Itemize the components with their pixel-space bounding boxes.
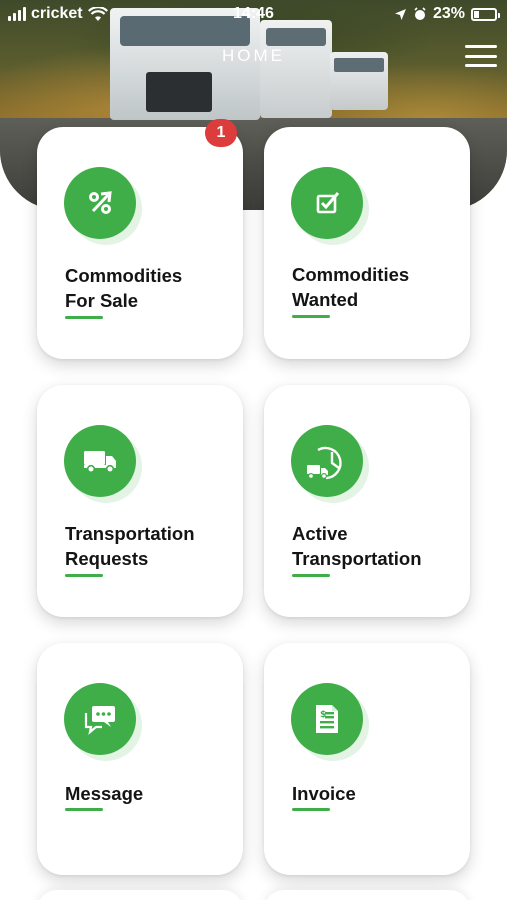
- transportation-requests-card[interactable]: Transportation Requests: [37, 385, 243, 617]
- percent-arrow-icon: [64, 167, 136, 239]
- card-label-line: For Sale: [65, 290, 138, 311]
- active-transportation-card[interactable]: Active Transportation: [264, 385, 470, 617]
- card-label-line: Commodities: [292, 264, 410, 285]
- invoice-icon: $: [291, 683, 363, 755]
- alarm-icon: [414, 7, 426, 20]
- card-label: Commodities For Sale: [65, 263, 235, 313]
- card-underline: [65, 574, 103, 577]
- menu-line: [465, 64, 497, 67]
- status-bar: cricket 14:46 23%: [0, 0, 507, 28]
- menu-line: [465, 54, 497, 58]
- partial-card[interactable]: [37, 890, 243, 900]
- checkbox-icon: [291, 167, 363, 239]
- commodities-wanted-card[interactable]: Commodities Wanted: [264, 127, 470, 359]
- card-label-line: Transportation: [65, 523, 195, 544]
- card-label: Commodities Wanted: [292, 262, 462, 312]
- card-label-line: Invoice: [292, 783, 356, 804]
- card-label-line: Requests: [65, 548, 149, 569]
- svg-text:$: $: [320, 710, 326, 720]
- card-underline: [292, 315, 330, 318]
- truck-image: [260, 20, 332, 118]
- card-label-line: Message: [65, 783, 144, 804]
- location-arrow-icon: [394, 8, 406, 20]
- battery-icon: [471, 7, 500, 21]
- card-label-line: Commodities: [65, 265, 183, 286]
- card-label: Transportation Requests: [65, 521, 235, 571]
- card-underline: [65, 808, 103, 811]
- message-card[interactable]: Message: [37, 643, 243, 875]
- card-label: Invoice: [292, 781, 462, 806]
- card-label: Active Transportation: [292, 521, 462, 571]
- card-label-line: Active: [292, 523, 348, 544]
- card-underline: [65, 316, 103, 319]
- card-label: Message: [65, 781, 235, 806]
- commodities-for-sale-card[interactable]: 1 Commodities For Sale: [37, 119, 243, 359]
- card-underline: [292, 574, 330, 577]
- hamburger-menu-button[interactable]: [465, 45, 497, 67]
- card-underline: [292, 808, 330, 811]
- partial-card[interactable]: [264, 890, 470, 900]
- battery-percent: 23%: [432, 5, 465, 22]
- page-title: HOME: [222, 46, 285, 65]
- truck-icon: [64, 425, 136, 497]
- menu-line: [465, 45, 497, 48]
- notification-badge: 1: [205, 119, 237, 147]
- invoice-card[interactable]: $ Invoice: [264, 643, 470, 875]
- truck-clock-icon: [291, 425, 363, 497]
- card-label-line: Wanted: [292, 289, 359, 310]
- chat-icon: [64, 683, 136, 755]
- card-label-line: Transportation: [292, 548, 422, 569]
